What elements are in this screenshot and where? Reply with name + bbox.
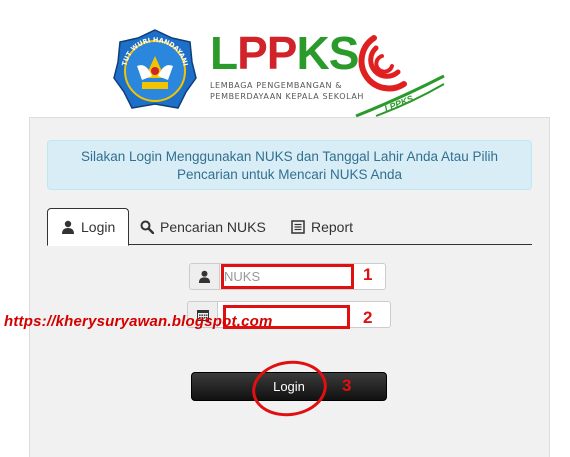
nuks-input[interactable] (219, 263, 386, 290)
user-icon (62, 220, 74, 234)
tab-report[interactable]: Report (278, 208, 366, 245)
alert-line-1: Silakan Login Menggunakan NUKS dan Tangg… (80, 149, 499, 164)
tut-wuri-handayani-logo: TUT WURI HANDAYANI (113, 29, 197, 109)
site-header: TUT WURI HANDAYANI LPPKS LEMBAGA PENGEMB… (0, 0, 570, 118)
info-alert: Silakan Login Menggunakan NUKS dan Tangg… (47, 140, 532, 190)
login-panel: Silakan Login Menggunakan NUKS dan Tangg… (29, 117, 550, 457)
nuks-input-group (189, 263, 386, 290)
lppks-brand: LPPKS LEMBAGA PENGEMBANGAN & PEMBERDAYAA… (210, 30, 364, 102)
login-button[interactable]: Login (191, 372, 387, 401)
tab-bar: Login Pencarian NUKS Report (47, 208, 532, 246)
tab-pencarian-nuks[interactable]: Pencarian NUKS (127, 208, 279, 245)
tab-report-label: Report (311, 218, 354, 235)
alert-line-2: Pencarian untuk Mencari NUKS Anda (176, 167, 403, 182)
blog-watermark: https://kherysuryawan.blogspot.com (4, 313, 273, 330)
user-icon (198, 270, 211, 283)
lppks-logotype: LPPKS (210, 27, 359, 79)
nuks-addon (189, 263, 219, 290)
lppks-tagline: LEMBAGA PENGEMBANGAN & PEMBERDAYAAN KEPA… (210, 81, 365, 101)
annotation-number-2: 2 (363, 308, 373, 327)
tab-login-label: Login (81, 219, 116, 235)
annotation-number-1: 1 (363, 265, 373, 284)
list-icon (291, 219, 305, 234)
lppks-swirl-logo: LPPKS (355, 35, 445, 118)
tab-login[interactable]: Login (47, 208, 130, 246)
tab-pencarian-label: Pencarian NUKS (160, 218, 266, 235)
annotation-number-3: 3 (342, 376, 352, 395)
search-icon (140, 220, 154, 234)
